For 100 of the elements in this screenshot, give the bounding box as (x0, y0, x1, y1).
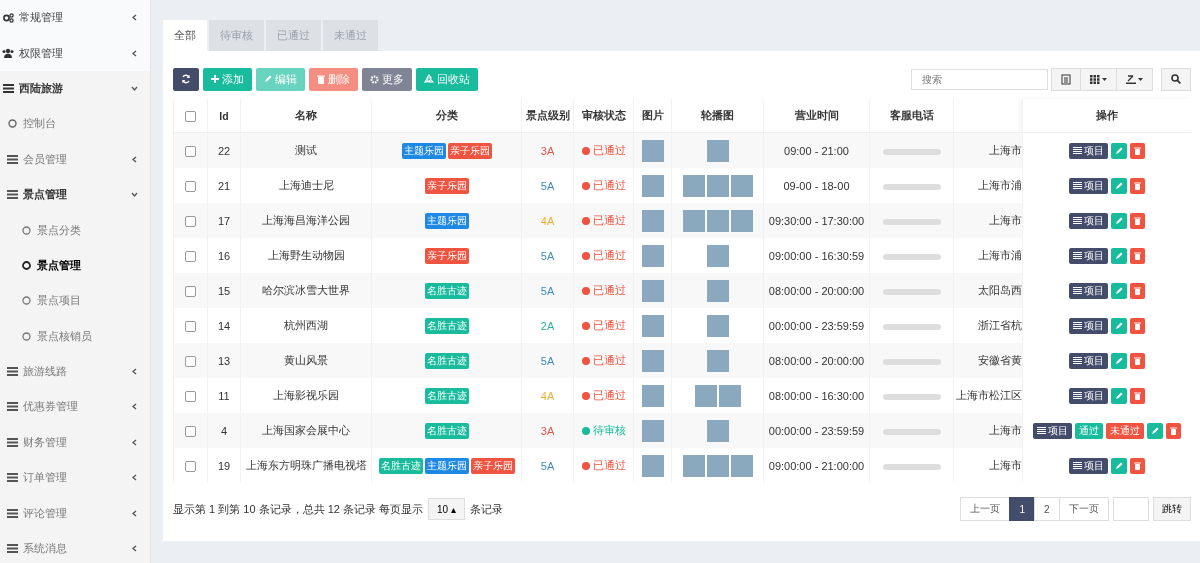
edit-button[interactable] (1110, 282, 1127, 299)
delete-button[interactable] (1129, 457, 1145, 474)
edit-button[interactable] (1110, 247, 1127, 264)
sidebar-item[interactable]: 控制台 (0, 106, 150, 142)
table-cell: 上海市松江区 (956, 389, 1022, 401)
row-checkbox[interactable] (185, 355, 196, 367)
category-tag: 名胜古迹 (424, 317, 469, 334)
items-button[interactable]: 项目 (1032, 422, 1072, 439)
delete-button[interactable] (1129, 142, 1145, 159)
page-number-field[interactable] (1112, 497, 1149, 521)
items-button[interactable]: 项目 (1068, 352, 1108, 369)
photo-placeholder (641, 349, 664, 372)
photo-placeholder (641, 279, 664, 302)
edit-button[interactable] (1110, 177, 1127, 194)
edit-button[interactable] (1110, 387, 1127, 404)
refresh-icon (181, 74, 191, 84)
sidebar-item[interactable]: 景点核销员 (0, 318, 150, 354)
items-button[interactable]: 项目 (1068, 317, 1108, 334)
chevron-icon (131, 474, 138, 482)
edit-button[interactable] (1110, 352, 1127, 369)
sidebar-item[interactable]: 旅游线路 (0, 353, 150, 390)
table-cell: 上海迪士尼 (278, 179, 334, 191)
row-checkbox[interactable] (185, 180, 196, 192)
edit-button[interactable] (1146, 422, 1163, 439)
sidebar-item[interactable]: 景点项目 (0, 283, 150, 319)
blurred-phone (882, 463, 941, 470)
row-checkbox[interactable] (185, 215, 196, 227)
level-label: 5A (540, 354, 555, 367)
delete-button[interactable] (1129, 387, 1145, 404)
row-checkbox[interactable] (185, 285, 196, 297)
delete-button[interactable] (1129, 352, 1145, 369)
sidebar-item[interactable]: 景点管理 (0, 247, 150, 284)
trash-icon (1133, 356, 1141, 365)
users-icon (2, 48, 14, 59)
blurred-phone (882, 288, 941, 295)
edit-button[interactable] (1110, 317, 1127, 334)
table-cell: 09:30:00 - 17:30:00 (768, 214, 865, 227)
sidebar-item[interactable]: 景点管理 (0, 176, 150, 213)
page-button[interactable]: 上一页 (960, 497, 1011, 521)
items-button[interactable]: 项目 (1068, 142, 1108, 159)
edit-button[interactable] (1110, 457, 1127, 474)
chevron-icon (131, 403, 138, 411)
items-button[interactable]: 项目 (1068, 212, 1108, 229)
delete-button[interactable] (1129, 212, 1145, 229)
category-tag: 主题乐园 (424, 212, 469, 229)
blurred-phone (882, 148, 941, 155)
sidebar-item[interactable]: 系统消息 (0, 530, 150, 563)
row-checkbox[interactable] (185, 390, 196, 402)
category-tag: 名胜古迹 (424, 422, 469, 439)
items-button[interactable]: 项目 (1068, 282, 1108, 299)
row-checkbox[interactable] (185, 460, 196, 472)
photo-placeholder (641, 419, 664, 442)
sidebar-item[interactable]: 景点分类 (0, 212, 150, 248)
delete-button[interactable] (1129, 247, 1145, 264)
blurred-phone (882, 323, 941, 330)
items-button[interactable]: 项目 (1068, 177, 1108, 194)
filter-tab[interactable]: 全部 (163, 20, 207, 51)
list-icon (6, 473, 18, 483)
page-size-dropdown[interactable]: 10 ▴ (428, 498, 465, 520)
toggle-view-button[interactable] (1050, 67, 1081, 91)
pencil-icon (264, 75, 272, 83)
jump-button[interactable]: 跳转 (1152, 497, 1191, 521)
sidebar-item[interactable]: 会员管理 (0, 141, 150, 177)
row-checkbox[interactable] (185, 425, 196, 437)
sidebar-item[interactable]: 权限管理 (0, 35, 150, 71)
refresh-button[interactable] (173, 67, 199, 91)
table-cell: 00:00:00 - 23:59:59 (768, 424, 865, 437)
page-button[interactable]: 下一页 (1058, 497, 1109, 521)
row-checkbox[interactable] (185, 145, 196, 157)
sidebar-item[interactable]: 订单管理 (0, 460, 150, 496)
page-button[interactable]: 2 (1033, 497, 1060, 521)
sidebar-item[interactable]: 优惠券管理 (0, 389, 150, 425)
export-button[interactable] (1115, 67, 1153, 91)
list-icon (2, 83, 14, 93)
delete-button[interactable] (1129, 317, 1145, 334)
delete-button[interactable] (1165, 422, 1181, 439)
select-all-checkbox[interactable] (185, 110, 196, 122)
delete-button[interactable] (1129, 282, 1145, 299)
columns-button[interactable] (1079, 67, 1117, 91)
row-checkbox[interactable] (185, 320, 196, 332)
edit-button[interactable] (1110, 212, 1127, 229)
edit-button[interactable] (1110, 142, 1127, 159)
items-button[interactable]: 项目 (1068, 247, 1108, 264)
table-cell: 13 (217, 354, 231, 367)
items-button[interactable]: 项目 (1068, 387, 1108, 404)
table-cell: 09:00:00 - 16:30:59 (768, 249, 865, 262)
sidebar-item[interactable]: 常规管理 (0, 0, 150, 36)
category-tag: 主题乐园 (424, 457, 469, 474)
items-button[interactable]: 项目 (1068, 457, 1108, 474)
sidebar-item[interactable]: 西陆旅游 (0, 70, 150, 107)
search-button[interactable] (1160, 67, 1191, 91)
more-button[interactable]: 更多 (362, 67, 412, 91)
pencil-icon (1114, 461, 1123, 470)
search-field[interactable]: 搜索 (910, 68, 1048, 90)
sidebar-item[interactable]: 财务管理 (0, 424, 150, 461)
delete-button[interactable] (1129, 177, 1145, 194)
row-checkbox[interactable] (185, 250, 196, 262)
list-icon (1072, 147, 1082, 154)
page-button[interactable]: 1 (1009, 497, 1035, 521)
sidebar-item[interactable]: 评论管理 (0, 495, 150, 531)
